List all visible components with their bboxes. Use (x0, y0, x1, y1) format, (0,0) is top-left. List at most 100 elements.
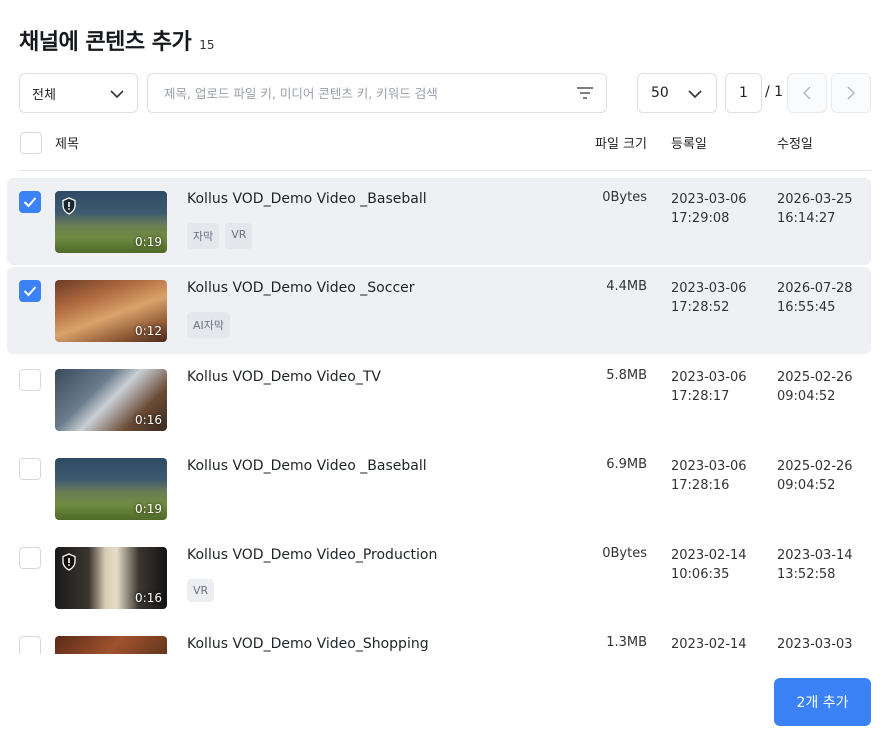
file-size: 0Bytes (602, 546, 647, 561)
modified-date-day: 2023-03-14 (777, 548, 853, 563)
video-thumbnail[interactable]: 0:19 (55, 191, 167, 253)
next-page-button[interactable] (831, 73, 871, 113)
content-tags: AI자막 (187, 312, 231, 338)
registered-date-day: 2023-03-06 (671, 192, 747, 207)
file-size: 1.3MB (606, 635, 647, 650)
file-size: 6.9MB (606, 457, 647, 472)
table-row[interactable]: 0:19 Kollus VOD_Demo Video _Baseball 자막 V… (7, 178, 871, 265)
drm-shield-icon (62, 197, 76, 215)
content-title: Kollus VOD_Demo Video _Soccer (187, 280, 415, 296)
modified-date-day: 2025-02-26 (777, 459, 853, 474)
registered-date: 2023-03-06 17:28:17 (671, 368, 747, 406)
registered-date-time: 17:28:17 (671, 389, 730, 404)
per-page-value: 50 (651, 85, 669, 101)
per-page-select[interactable]: 50 (637, 73, 717, 113)
content-tags: 자막 VR (187, 223, 253, 249)
add-button[interactable]: 2개 추가 (774, 678, 871, 726)
video-duration: 0:19 (135, 502, 162, 516)
column-header-size[interactable]: 파일 크기 (595, 133, 647, 152)
filter-select-value: 전체 (32, 87, 56, 103)
content-title: Kollus VOD_Demo Video _Baseball (187, 458, 427, 474)
video-thumbnail[interactable]: 0:16 (55, 547, 167, 609)
registered-date: 2023-03-06 17:29:08 (671, 190, 747, 228)
content-count: 15 (199, 38, 215, 52)
registered-date: 2023-03-06 17:28:52 (671, 279, 747, 317)
registered-date-day: 2023-02-14 (671, 548, 747, 563)
registered-date-day: 2023-02-14 (671, 637, 747, 652)
video-thumbnail[interactable]: 0:16 (55, 369, 167, 431)
file-size: 5.8MB (606, 368, 647, 383)
registered-date-day: 2023-03-06 (671, 281, 747, 296)
row-checkbox[interactable] (19, 369, 41, 391)
column-header-modified[interactable]: 수정일 (777, 133, 813, 152)
search-input[interactable] (164, 74, 564, 112)
row-checkbox[interactable] (19, 191, 41, 213)
registered-date-time: 17:29:08 (671, 211, 730, 226)
video-duration: 0:16 (135, 591, 162, 605)
video-thumbnail[interactable]: 0:19 (55, 458, 167, 520)
page-number-input[interactable]: 1 (725, 73, 762, 113)
video-thumbnail[interactable] (55, 636, 167, 654)
dialog-header: 채널에 콘텐츠 추가 15 (19, 24, 215, 56)
table-row[interactable]: 0:16 Kollus VOD_Demo Video_Production VR… (7, 534, 871, 623)
drm-shield-icon (62, 553, 76, 571)
prev-page-button[interactable] (787, 73, 827, 113)
check-icon (23, 197, 37, 208)
search-box (147, 73, 607, 113)
column-header-title[interactable]: 제목 (55, 133, 79, 152)
video-duration: 0:12 (135, 324, 162, 338)
dialog-title: 채널에 콘텐츠 추가 (19, 30, 192, 55)
modified-date: 2025-02-26 09:04:52 (777, 368, 853, 406)
file-size: 4.4MB (606, 279, 647, 294)
registered-date-time: 17:28:16 (671, 478, 730, 493)
modified-date-day: 2026-03-25 (777, 192, 853, 207)
content-tag: VR (187, 579, 215, 602)
content-title: Kollus VOD_Demo Video_TV (187, 369, 381, 385)
content-title: Kollus VOD_Demo Video_Production (187, 547, 438, 563)
table-row[interactable]: 0:16 Kollus VOD_Demo Video_TV 5.8MB 2023… (7, 356, 871, 445)
content-tag: 자막 (187, 223, 220, 249)
chevron-left-icon (802, 86, 811, 100)
registered-date-time: 17:28:52 (671, 300, 730, 315)
content-tag: VR (225, 223, 253, 249)
content-tags: VR (187, 579, 215, 602)
modified-date-time: 16:55:45 (777, 300, 836, 315)
chevron-down-icon (688, 90, 702, 99)
content-title: Kollus VOD_Demo Video_Shopping (187, 636, 429, 652)
video-duration: 0:16 (135, 413, 162, 427)
chevron-right-icon (847, 86, 856, 100)
video-thumbnail[interactable]: 0:12 (55, 280, 167, 342)
registered-date: 2023-02-14 (671, 635, 747, 654)
table-row[interactable]: Kollus VOD_Demo Video_Shopping 1.3MB 202… (7, 623, 871, 654)
table-header: 제목 파일 크기 등록일 수정일 (19, 127, 871, 171)
modified-date-time: 13:52:58 (777, 567, 836, 582)
row-checkbox[interactable] (19, 636, 41, 654)
modified-date-day: 2026-07-28 (777, 281, 853, 296)
table-row[interactable]: 0:19 Kollus VOD_Demo Video _Baseball 6.9… (7, 445, 871, 534)
modified-date: 2023-03-03 (777, 635, 853, 654)
toolbar: 전체 50 1 / 1 (19, 73, 871, 113)
modified-date-time: 09:04:52 (777, 478, 836, 493)
registered-date-day: 2023-03-06 (671, 370, 747, 385)
table-row[interactable]: 0:12 Kollus VOD_Demo Video _Soccer AI자막 … (7, 267, 871, 354)
chevron-down-icon (110, 90, 124, 99)
filter-select[interactable]: 전체 (19, 73, 138, 113)
row-checkbox[interactable] (19, 280, 41, 302)
modified-date: 2023-03-14 13:52:58 (777, 546, 853, 584)
modified-date-time: 16:14:27 (777, 211, 836, 226)
registered-date-day: 2023-03-06 (671, 459, 747, 474)
file-size: 0Bytes (602, 190, 647, 205)
column-header-registered[interactable]: 등록일 (671, 133, 707, 152)
content-list: 0:19 Kollus VOD_Demo Video _Baseball 자막 V… (7, 178, 871, 654)
modified-date: 2025-02-26 09:04:52 (777, 457, 853, 495)
filter-icon[interactable] (576, 85, 594, 101)
row-checkbox[interactable] (19, 458, 41, 480)
video-duration: 0:19 (135, 235, 162, 249)
registered-date-time: 10:06:35 (671, 567, 730, 582)
modified-date: 2026-03-25 16:14:27 (777, 190, 853, 228)
select-all-checkbox[interactable] (20, 132, 42, 154)
row-checkbox[interactable] (19, 547, 41, 569)
modified-date-day: 2025-02-26 (777, 370, 853, 385)
page-total: / 1 (765, 84, 784, 100)
registered-date: 2023-03-06 17:28:16 (671, 457, 747, 495)
